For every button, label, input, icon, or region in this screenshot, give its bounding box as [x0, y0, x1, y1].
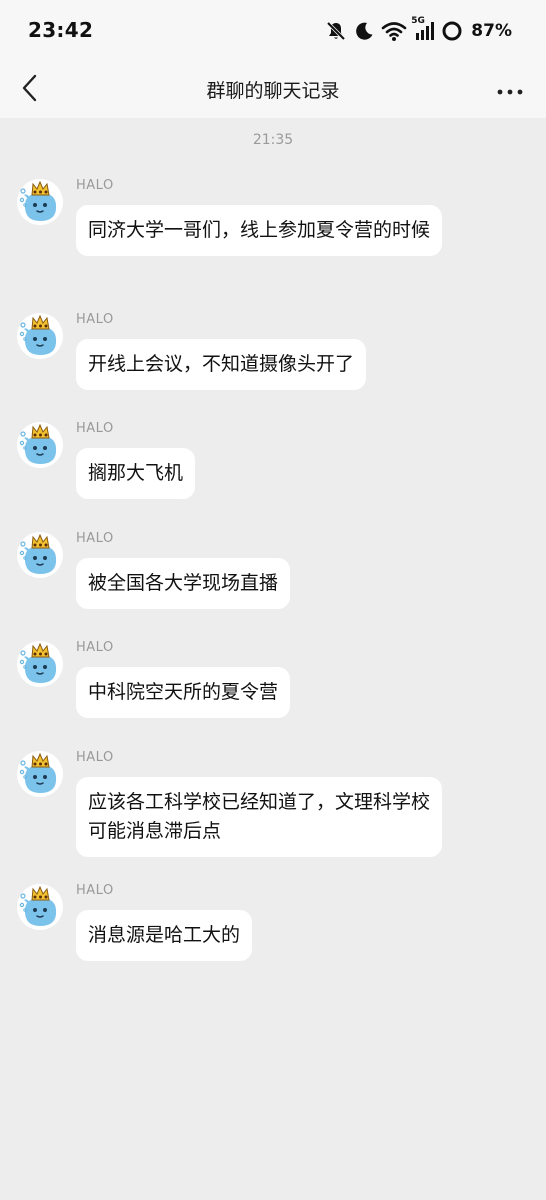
avatar[interactable] [16, 421, 64, 469]
network-type-label: 5G [411, 16, 425, 26]
sender-name: HALO [76, 178, 114, 193]
sender-name: HALO [76, 750, 114, 765]
status-icons: 5G 87% [325, 16, 512, 45]
sender-name: HALO [76, 421, 114, 436]
signal-icon: 5G [411, 16, 435, 42]
sender-name: HALO [76, 883, 114, 898]
message-bubble[interactable]: 开线上会议，不知道摄像头开了 [76, 339, 367, 390]
message-bubble[interactable]: 被全国各大学现场直播 [76, 558, 291, 609]
avatar[interactable] [16, 178, 64, 226]
moon-icon [353, 20, 375, 42]
page-title: 群聊的聊天记录 [206, 80, 340, 102]
avatar[interactable] [16, 883, 64, 931]
message-bubble[interactable]: 搁那大飞机 [76, 448, 196, 499]
mute-bell-icon [325, 20, 347, 42]
avatar[interactable] [16, 531, 64, 579]
avatar[interactable] [16, 312, 64, 360]
sender-name: HALO [76, 640, 114, 655]
message-bubble[interactable]: 同济大学一哥们，线上参加夏令营的时候 [76, 205, 442, 256]
battery-level: 87% [471, 21, 512, 41]
message-bubble[interactable]: 消息源是哈工大的 [76, 910, 253, 961]
sender-name: HALO [76, 531, 114, 546]
wifi-icon [381, 20, 407, 42]
more-button[interactable] [494, 74, 526, 106]
message-bubble[interactable]: 应该各工科学校已经知道了，文理科学校可能消息滞后点 [76, 777, 442, 857]
chat-header: 群聊的聊天记录 [0, 62, 546, 118]
chat-timestamp: 21:35 [252, 132, 294, 148]
message-bubble[interactable]: 中科院空天所的夏令营 [76, 667, 291, 718]
battery-ring-icon [441, 20, 463, 42]
more-dots-icon [497, 81, 523, 100]
avatar[interactable] [16, 640, 64, 688]
status-bar: 23:42 5G 87% [0, 0, 546, 62]
avatar[interactable] [16, 750, 64, 798]
sender-name: HALO [76, 312, 114, 327]
chat-history[interactable]: 21:35 HALO 同济大学一哥们，线上参加夏令营的时候 HALO 开线上会议… [0, 118, 546, 1200]
status-time: 23:42 [28, 18, 94, 42]
